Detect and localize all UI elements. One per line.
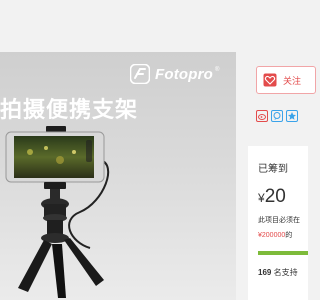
brand-logo: Fotopro ® xyxy=(130,64,219,84)
registered-mark: ® xyxy=(215,67,220,73)
follow-button[interactable]: 关注 xyxy=(256,66,316,94)
amount-value: 20 xyxy=(264,186,286,207)
share-wechat-button[interactable] xyxy=(271,110,283,122)
raised-amount: ¥20 xyxy=(258,186,286,208)
follow-label: 关注 xyxy=(283,75,302,86)
weibo-icon xyxy=(258,114,266,120)
supporters-text: 名支持 xyxy=(273,268,298,277)
fotopro-logo-icon xyxy=(130,64,150,84)
wechat-icon xyxy=(273,112,281,120)
supporters-count: 169 名支持 xyxy=(258,267,298,278)
target-note: ¥200000的 xyxy=(258,230,292,240)
currency-symbol: ¥ xyxy=(258,191,265,205)
target-suffix: 的 xyxy=(285,232,293,239)
banner-headline: 拍摄便携支架 xyxy=(0,97,139,122)
share-favorite-button[interactable] xyxy=(286,110,298,122)
raised-label: 已筹到 xyxy=(258,164,288,175)
share-weibo-button[interactable] xyxy=(256,110,268,122)
funding-panel: 已筹到 ¥20 此项目必须在 ¥200000的 169 名支持 xyxy=(248,146,308,300)
funding-progress-fill xyxy=(258,251,308,255)
deadline-note: 此项目必须在 xyxy=(258,217,300,224)
star-icon xyxy=(288,112,296,120)
product-image xyxy=(5,126,110,298)
heart-icon xyxy=(263,73,277,87)
target-amount: ¥200000 xyxy=(258,232,286,239)
project-banner: Fotopro ® 拍摄便携支架 xyxy=(0,52,236,300)
supporters-number: 169 xyxy=(258,268,272,277)
funding-progress-bar xyxy=(258,251,308,255)
brand-name: Fotopro xyxy=(155,65,214,83)
